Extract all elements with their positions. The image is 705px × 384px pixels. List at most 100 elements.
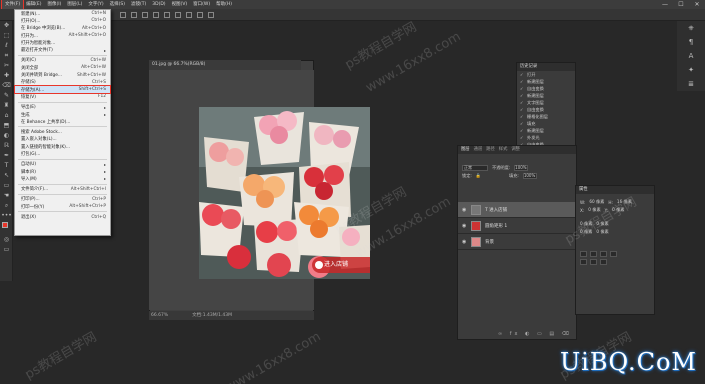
file-menu-item[interactable]: 打开(O)... Ctrl+O bbox=[15, 17, 110, 24]
align-icon[interactable] bbox=[600, 259, 607, 265]
file-menu-item[interactable]: 关闭全部 Alt+Ctrl+W bbox=[15, 64, 110, 71]
slice-tool-icon[interactable]: ✂ bbox=[0, 61, 13, 71]
layer-row[interactable]: ◉ 背景 bbox=[458, 234, 576, 250]
file-menu-item[interactable]: 存储为(A)... Shift+Ctrl+S bbox=[14, 84, 111, 95]
3d-mode-icon[interactable] bbox=[208, 11, 214, 18]
zoom-level[interactable]: 66.67% bbox=[151, 311, 168, 320]
history-item[interactable]: ✓ 自由变换 bbox=[517, 106, 575, 113]
menu-layer[interactable]: 图层(L) bbox=[64, 0, 85, 9]
tab-styles[interactable]: 样式 bbox=[499, 146, 508, 154]
history-item[interactable]: ✓ 自由变换 bbox=[517, 85, 575, 92]
history-tab[interactable]: 历史记录 bbox=[517, 63, 575, 71]
distribute-h-icon[interactable] bbox=[197, 11, 203, 18]
history-item[interactable]: ✓ 外发光 bbox=[517, 134, 575, 141]
file-menu-item[interactable]: 文件简介(F)... Alt+Shift+Ctrl+I bbox=[15, 186, 110, 193]
eraser-tool-icon[interactable]: ⌫ bbox=[0, 81, 13, 91]
shape-tool-icon[interactable]: ▭ bbox=[0, 181, 13, 191]
layers-footer-icons[interactable]: ∞ fx ◐ ▭ ▤ ⌫ bbox=[498, 331, 572, 337]
file-menu-item[interactable]: 存储(S) Ctrl+S bbox=[15, 79, 110, 86]
file-menu-item[interactable]: 自动(U) ▸ bbox=[15, 161, 110, 168]
crop-tool-icon[interactable]: ⌗ bbox=[0, 51, 13, 61]
file-menu-item[interactable]: 打开为... Alt+Shift+Ctrl+O bbox=[15, 32, 110, 39]
file-menu-item[interactable]: 在 Bridge 中浏览(B)... Alt+Ctrl+O bbox=[15, 25, 110, 32]
menu-view[interactable]: 视图(V) bbox=[169, 0, 191, 9]
file-menu-item[interactable]: 导出(E) ▸ bbox=[15, 104, 110, 111]
history-item[interactable]: ✓ 打开 bbox=[517, 71, 575, 78]
eye-icon[interactable]: ◉ bbox=[462, 223, 467, 229]
combine-icon[interactable] bbox=[580, 251, 587, 257]
eye-icon[interactable]: ◉ bbox=[462, 207, 467, 213]
eye-icon[interactable]: ◉ bbox=[462, 239, 467, 245]
file-menu-item[interactable]: 生成 ▸ bbox=[15, 111, 110, 118]
align-icon[interactable] bbox=[580, 259, 587, 265]
menu-help[interactable]: 帮助(H) bbox=[213, 0, 235, 9]
lock-icon[interactable]: 🔒 bbox=[476, 173, 481, 179]
blend-mode-select[interactable]: 正常 bbox=[462, 165, 488, 171]
screen-mode-icon[interactable]: ▭ bbox=[0, 245, 13, 255]
type-tool-icon[interactable]: T bbox=[0, 161, 13, 171]
file-menu-item[interactable]: 恢复(V) F12 bbox=[15, 93, 110, 100]
file-menu-item[interactable]: 最近打开文件(T) ▸ bbox=[15, 46, 110, 54]
move-tool-icon[interactable]: ✥ bbox=[0, 21, 13, 31]
align-bottom-icon[interactable] bbox=[175, 11, 181, 18]
exclude-icon[interactable] bbox=[610, 251, 617, 257]
quick-mask-icon[interactable]: ◎ bbox=[0, 235, 13, 245]
align-middle-icon[interactable] bbox=[164, 11, 170, 18]
align-center-icon[interactable] bbox=[131, 11, 137, 18]
file-menu-item[interactable]: 打印一份(Y) Alt+Shift+Ctrl+P bbox=[15, 203, 110, 210]
menu-select[interactable]: 选择(S) bbox=[107, 0, 128, 9]
dodge-tool-icon[interactable]: ◐ bbox=[0, 131, 13, 141]
layer-row[interactable]: ◉ T 进入店铺 bbox=[458, 202, 576, 218]
layer-row[interactable]: ◉ 圆角矩形 1 bbox=[458, 218, 576, 234]
file-menu-item[interactable]: 关闭(C) Ctrl+W bbox=[15, 57, 110, 64]
tab-channels[interactable]: 通道 bbox=[474, 146, 483, 154]
file-menu-item[interactable]: 打开为智能对象... bbox=[15, 39, 110, 46]
close-icon[interactable]: ✕ bbox=[689, 0, 705, 9]
file-menu-item[interactable]: 导入(M) ▸ bbox=[15, 175, 110, 182]
more-tools-icon[interactable]: ••• bbox=[0, 211, 13, 221]
file-menu-item[interactable]: 置入嵌入对象(L)... bbox=[15, 136, 110, 143]
maximize-icon[interactable]: ☐ bbox=[673, 0, 689, 9]
healing-tool-icon[interactable]: ✚ bbox=[0, 71, 13, 81]
file-menu-item[interactable]: 脚本(R) ▸ bbox=[15, 168, 110, 175]
blur-tool-icon[interactable]: ℝ bbox=[0, 141, 13, 151]
foreground-color-swatch[interactable] bbox=[2, 222, 8, 228]
menu-edit[interactable]: 编辑(E) bbox=[23, 0, 44, 9]
brush-tool-icon[interactable]: ✎ bbox=[0, 91, 13, 101]
history-brush-icon[interactable]: ⌂ bbox=[0, 111, 13, 121]
align-icon[interactable] bbox=[590, 259, 597, 265]
menu-type[interactable]: 文字(Y) bbox=[85, 0, 106, 9]
opacity-input[interactable]: 100% bbox=[514, 165, 529, 171]
pen-tool-icon[interactable]: ✒ bbox=[0, 151, 13, 161]
lasso-tool-icon[interactable]: ℓ bbox=[0, 41, 13, 51]
menu-file[interactable]: 文件(F) bbox=[0, 0, 25, 10]
file-menu-item[interactable]: 打印(P)... Ctrl+P bbox=[15, 196, 110, 203]
file-menu-item[interactable]: 关闭并转到 Bridge... Shift+Ctrl+W bbox=[15, 71, 110, 79]
gradient-tool-icon[interactable]: ⬒ bbox=[0, 121, 13, 131]
zoom-tool-icon[interactable]: ⌕ bbox=[0, 201, 13, 211]
flower-photo[interactable] bbox=[199, 107, 370, 279]
intersect-icon[interactable] bbox=[600, 251, 607, 257]
align-top-icon[interactable] bbox=[153, 11, 159, 18]
properties-icon[interactable]: ≣ bbox=[677, 77, 705, 91]
hand-tool-icon[interactable]: ☚ bbox=[0, 191, 13, 201]
align-left-icon[interactable] bbox=[120, 11, 126, 18]
navigator-icon[interactable]: ⎈ bbox=[677, 21, 705, 35]
paragraph-icon[interactable]: ¶ bbox=[677, 35, 705, 49]
distribute-icon[interactable] bbox=[186, 11, 192, 18]
tab-adjustments[interactable]: 调整 bbox=[511, 146, 520, 154]
history-item[interactable]: ✓ 填充 bbox=[517, 120, 575, 127]
file-menu-item[interactable]: 打包(G)... bbox=[15, 150, 110, 157]
character-icon[interactable]: A bbox=[677, 49, 705, 63]
menu-window[interactable]: 窗口(W) bbox=[190, 0, 213, 9]
w-value[interactable]: 60 像素 bbox=[589, 199, 604, 205]
file-menu-item[interactable]: 搜索 Adobe Stock... bbox=[15, 128, 110, 135]
tab-paths[interactable]: 路径 bbox=[486, 146, 495, 154]
document-tab[interactable]: 01.jpg @ 66.7%(RGB/8) bbox=[149, 60, 301, 70]
align-right-icon[interactable] bbox=[142, 11, 148, 18]
subtract-icon[interactable] bbox=[590, 251, 597, 257]
tab-layers[interactable]: 图层 bbox=[461, 146, 470, 154]
file-menu-item[interactable]: 置入链接的智能对象(K)... bbox=[15, 143, 110, 150]
marquee-tool-icon[interactable]: ⬚ bbox=[0, 31, 13, 41]
path-select-icon[interactable]: ↖ bbox=[0, 171, 13, 181]
